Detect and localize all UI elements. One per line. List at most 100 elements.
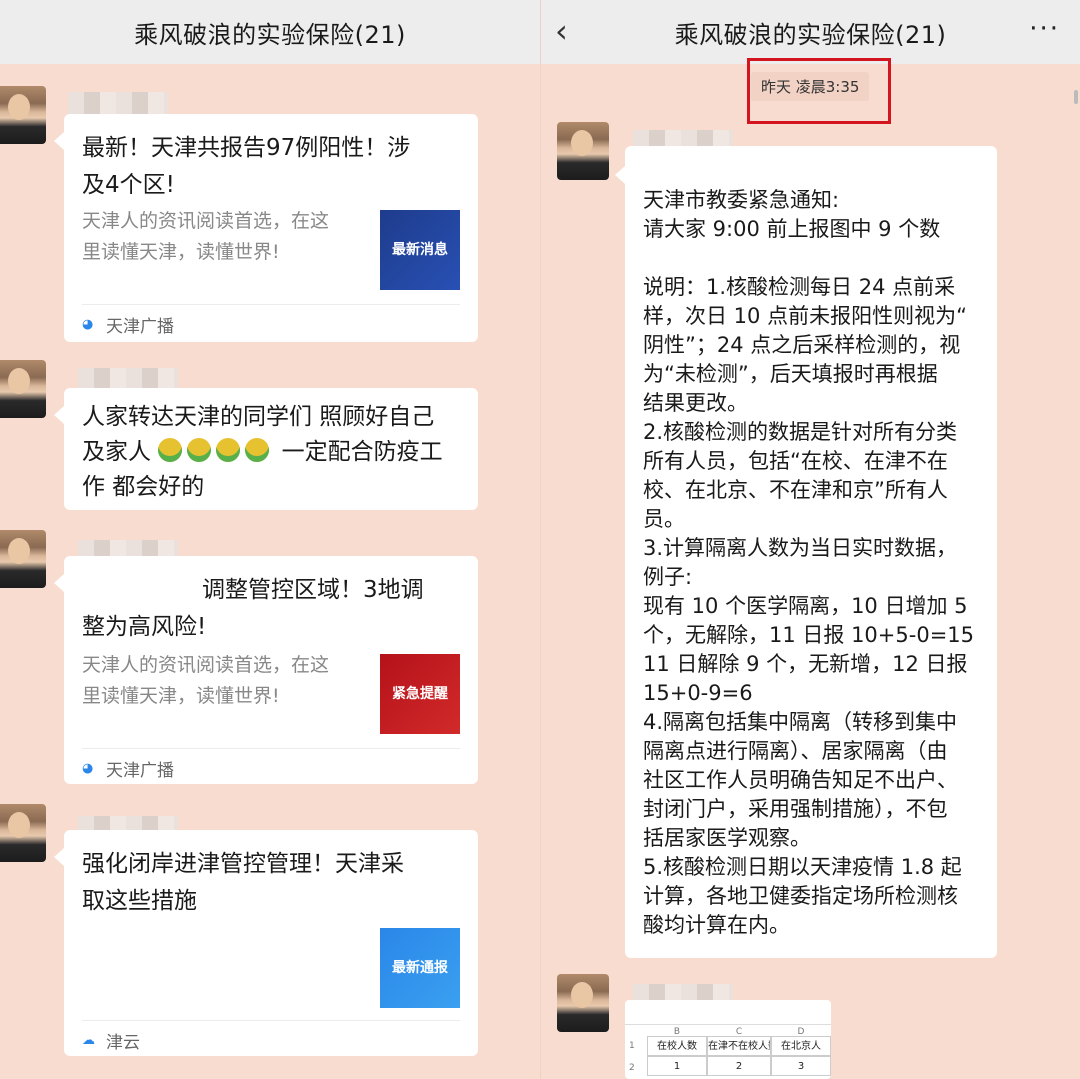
- article-thumbnail: 紧急提醒: [380, 654, 460, 734]
- notice-text: 天津市教委紧急通知: 请大家 9:00 前上报图中 9 个数 说明：1.核酸检测每日…: [643, 186, 987, 940]
- article-title-line: 最新！天津共报告97例阳性！涉: [82, 135, 411, 161]
- notice-line: 计算，各地卫健委指定场所检测核: [643, 884, 958, 908]
- sender-name-blurred: [78, 368, 178, 390]
- article-title: 最新！天津共报告97例阳性！涉 及4个区!: [82, 130, 460, 204]
- article-desc-line: 里读懂天津，读懂世界!: [82, 685, 280, 707]
- notice-line: 阴性”；24 点之后采样检测的，视: [643, 333, 961, 357]
- article-desc: 天津人的资讯阅读首选，在这 里读懂天津，读懂世界!: [82, 206, 362, 268]
- text-message-line: 及家人 一定配合防疫工: [82, 435, 460, 470]
- row-number: 1: [629, 1041, 635, 1051]
- message-timestamp: 昨天 凌晨3:35: [751, 72, 870, 101]
- notice-line: 2.核酸检测的数据是针对所有分类: [643, 420, 958, 444]
- broadcast-icon: ◕: [82, 316, 94, 332]
- article-desc: 天津人的资讯阅读首选，在这 里读懂天津，读懂世界!: [82, 650, 362, 712]
- article-source: ◕ 天津广播: [82, 756, 174, 782]
- right-chat-navbar: ‹ 乘风破浪的实验保险(21) ···: [541, 0, 1080, 64]
- text-fragment: 及家人: [82, 439, 151, 465]
- sheet-cell: 2: [707, 1056, 771, 1076]
- sender-name-blurred: [68, 92, 168, 114]
- spreadsheet-image[interactable]: B C D 1 2 在校人数 在津不在校人数 在北京人 1 2 3: [625, 1000, 831, 1079]
- right-chat-panel: ‹ 乘风破浪的实验保险(21) ··· 昨天 凌晨3:35 天津市教委紧急通知:…: [540, 0, 1080, 1079]
- notice-line: 员。: [643, 507, 685, 531]
- notice-line: 样，次日 10 点前未报阳性则视为“: [643, 304, 967, 328]
- notice-line: 4.隔离包括集中隔离（转移到集中: [643, 710, 958, 734]
- cloud-icon: ☁: [82, 1032, 95, 1048]
- left-chat-panel: ‹ 乘风破浪的实验保险(21) 最新！天津共报告97例阳性！涉 及4个区! 天津…: [0, 0, 540, 1079]
- emoji-icon: [158, 438, 183, 462]
- notice-line: 社区工作人员明确告知足不出户、: [643, 768, 958, 792]
- divider: [82, 1020, 460, 1021]
- notice-line: 天津市教委紧急通知:: [643, 188, 840, 212]
- article-title-line: 及4个区!: [82, 172, 175, 198]
- avatar[interactable]: [557, 122, 609, 180]
- avatar[interactable]: [0, 804, 46, 862]
- divider: [82, 304, 460, 305]
- article-card[interactable]: 调整管控区域！3地调 整为高风险! 天津人的资讯阅读首选，在这 里读懂天津，读懂…: [54, 556, 478, 784]
- notice-line: 所有人员，包括“在校、在津不在: [643, 449, 948, 473]
- broadcast-icon: ◕: [82, 760, 94, 776]
- notice-line: 现有 10 个医学隔离，10 日增加 5: [643, 594, 968, 618]
- notice-message-bubble[interactable]: 天津市教委紧急通知: 请大家 9:00 前上报图中 9 个数 说明：1.核酸检测每日…: [615, 146, 997, 958]
- article-thumbnail: 最新消息: [380, 210, 460, 290]
- emoji-icon: [245, 438, 270, 462]
- row-number: 2: [629, 1063, 635, 1073]
- notice-line: 封闭门户，采用强制措施），不包: [643, 797, 948, 821]
- notice-line: 3.计算隔离人数为当日实时数据，: [643, 536, 958, 560]
- left-chat-navbar: ‹ 乘风破浪的实验保险(21): [0, 0, 540, 64]
- text-message-content: 人家转达天津的同学们 照顾好自己 及家人 一定配合防疫工 作 都会好的: [82, 400, 460, 505]
- sheet-cell: 3: [771, 1056, 831, 1076]
- notice-line: 校、在北京、不在津和京”所有人: [643, 478, 948, 502]
- back-chevron-icon[interactable]: ‹: [555, 12, 568, 50]
- article-desc-line: 天津人的资讯阅读首选，在这: [82, 210, 330, 232]
- avatar[interactable]: [0, 360, 46, 418]
- article-desc-line: 天津人的资讯阅读首选，在这: [82, 654, 330, 676]
- sheet-header-cell: 在校人数: [647, 1036, 707, 1056]
- emoji-icon: [187, 438, 212, 462]
- notice-line: 酸均计算在内。: [643, 913, 790, 937]
- sheet-header-cell: 在津不在校人数: [707, 1036, 771, 1056]
- text-fragment: 一定配合防疫工: [281, 439, 443, 465]
- article-source-label: 天津广播: [106, 761, 174, 781]
- emoji-icon: [216, 438, 241, 462]
- notice-line: 隔离点进行隔离）、居家隔离（由: [643, 739, 948, 763]
- text-message-line: 作 都会好的: [82, 474, 205, 500]
- scrollbar[interactable]: [1074, 90, 1078, 104]
- article-title-line: 整为高风险!: [82, 614, 207, 640]
- notice-line: 11 日解除 9 个，无新增，12 日报: [643, 652, 968, 676]
- article-desc-line: 里读懂天津，读懂世界!: [82, 241, 280, 263]
- avatar[interactable]: [557, 974, 609, 1032]
- back-chevron-icon[interactable]: ‹: [0, 12, 1, 50]
- article-source-label: 天津广播: [106, 317, 174, 337]
- sheet-header-cell: 在北京人: [771, 1036, 831, 1056]
- article-thumbnail: 最新通报: [380, 928, 460, 1008]
- notice-line: 为“未检测”，后天填报时再根据: [643, 362, 938, 386]
- sheet-cell: 1: [647, 1056, 707, 1076]
- notice-line: 结果更改。: [643, 391, 748, 415]
- notice-line: [643, 244, 987, 273]
- text-message-bubble[interactable]: 人家转达天津的同学们 照顾好自己 及家人 一定配合防疫工 作 都会好的: [54, 388, 478, 510]
- left-chat-title: 乘风破浪的实验保险(21): [134, 20, 406, 49]
- divider: [625, 1024, 831, 1025]
- article-title-line: 调整管控区域！3地调: [202, 577, 424, 603]
- notice-line: 例子:: [643, 565, 693, 589]
- article-source: ☁ 津云: [82, 1028, 140, 1054]
- article-card[interactable]: 最新！天津共报告97例阳性！涉 及4个区! 天津人的资讯阅读首选，在这 里读懂天…: [54, 114, 478, 342]
- more-options-icon[interactable]: ···: [1029, 14, 1060, 44]
- right-chat-title: 乘风破浪的实验保险(21): [674, 20, 947, 49]
- avatar[interactable]: [0, 530, 46, 588]
- avatar[interactable]: [0, 86, 46, 144]
- article-source: ◕ 天津广播: [82, 312, 174, 338]
- notice-line: 请大家 9:00 前上报图中 9 个数: [643, 217, 941, 241]
- article-title: 强化闭岸进津管控管理！天津采 取这些措施: [82, 846, 460, 920]
- notice-line: 括居家医学观察。: [643, 826, 811, 850]
- article-title: 调整管控区域！3地调 整为高风险!: [82, 572, 460, 646]
- notice-line: 5.核酸检测日期以天津疫情 1.8 起: [643, 855, 962, 879]
- article-source-label: 津云: [106, 1033, 140, 1053]
- notice-line: 个，无解除，11 日报 10+5-0=15: [643, 623, 975, 647]
- divider: [82, 748, 460, 749]
- article-card[interactable]: 强化闭岸进津管控管理！天津采 取这些措施 最新通报 ☁ 津云: [54, 830, 478, 1056]
- article-title-line: 强化闭岸进津管控管理！天津采: [82, 851, 404, 877]
- notice-line: 15+0-9=6: [643, 681, 753, 705]
- spreadsheet-grid: 在校人数 在津不在校人数 在北京人 1 2 3: [647, 1036, 831, 1076]
- article-title-line: 取这些措施: [82, 888, 197, 914]
